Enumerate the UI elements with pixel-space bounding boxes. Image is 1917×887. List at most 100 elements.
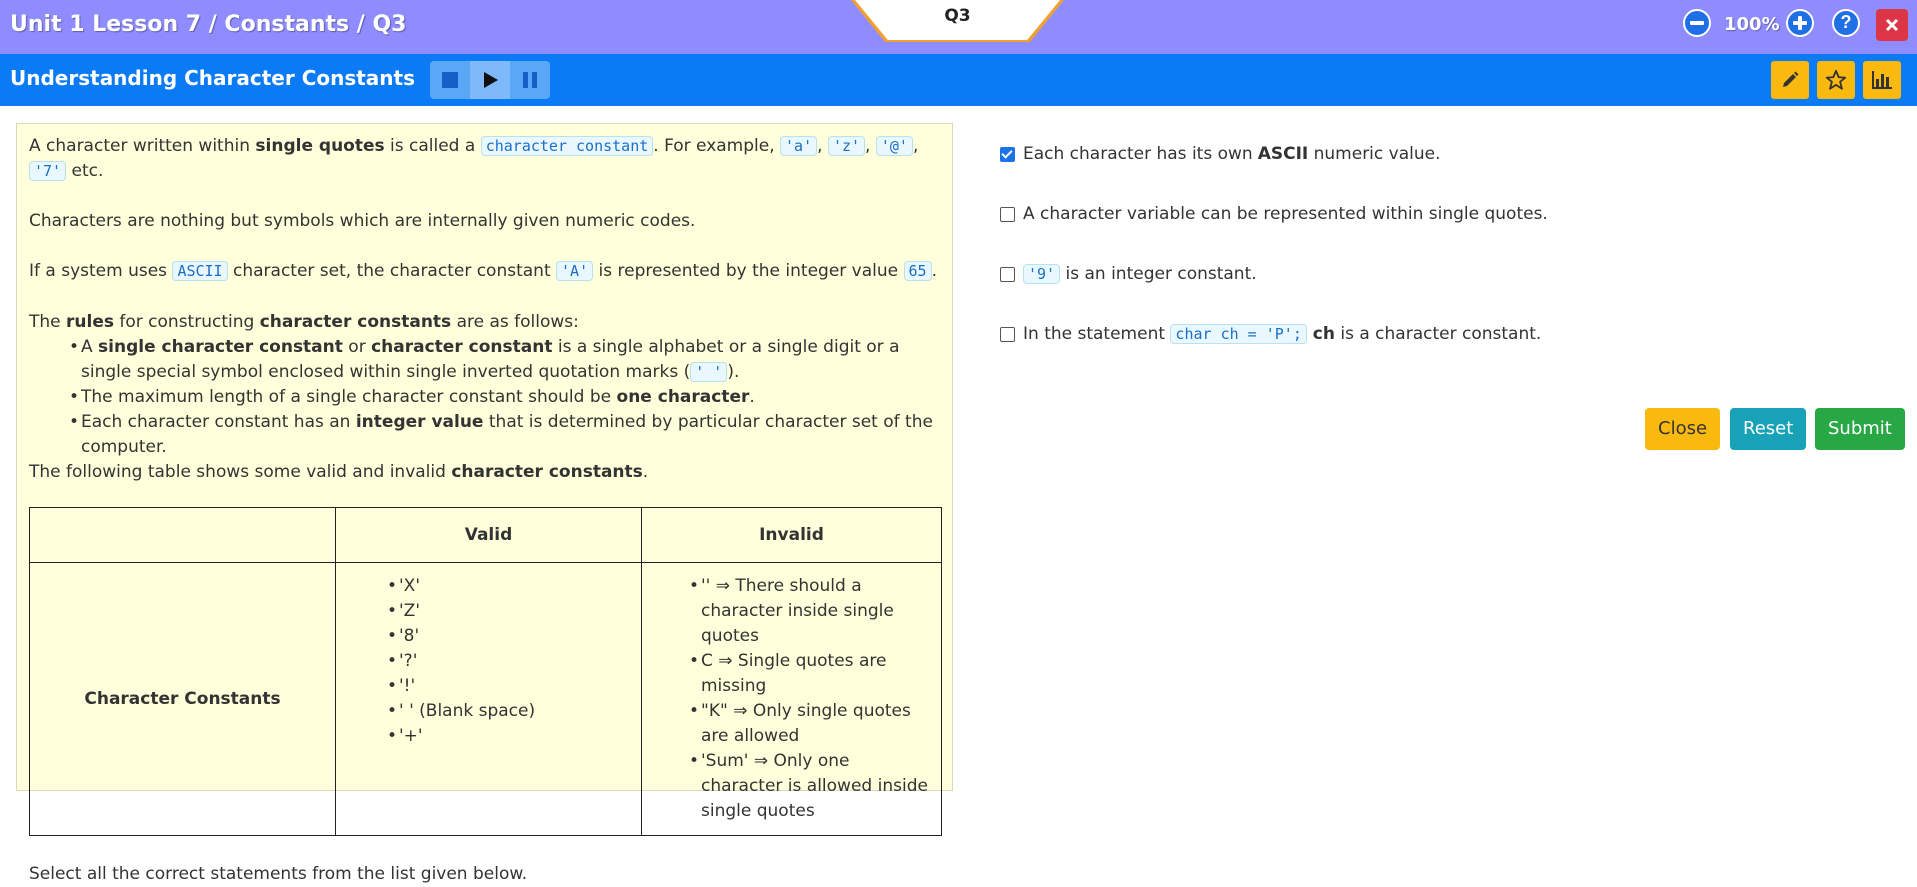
bold-text: character constants bbox=[451, 462, 643, 482]
inline-code: ASCII bbox=[172, 261, 228, 281]
inline-code: 'A' bbox=[556, 261, 594, 281]
inline-code: 65 bbox=[903, 261, 932, 281]
table-intro: The following table shows some valid and… bbox=[29, 460, 940, 485]
text: A character written within bbox=[29, 136, 256, 156]
list-item: ' ' (Blank space) bbox=[387, 699, 640, 724]
text: , bbox=[912, 136, 919, 156]
close-window-button[interactable] bbox=[1876, 9, 1908, 41]
inline-code: '7' bbox=[29, 161, 67, 181]
submit-button[interactable]: Submit bbox=[1815, 408, 1905, 450]
checkbox-checked[interactable] bbox=[1000, 146, 1015, 162]
minus-circle-icon bbox=[1690, 21, 1704, 25]
rule-item: The maximum length of a single character… bbox=[69, 385, 940, 410]
option-4[interactable]: In the statement char ch = 'P'; ch is a … bbox=[1000, 324, 1541, 344]
stats-button[interactable] bbox=[1863, 61, 1901, 99]
text: If a system uses bbox=[29, 261, 173, 281]
inline-code: char ch = 'P'; bbox=[1170, 324, 1307, 344]
star-button[interactable] bbox=[1817, 61, 1855, 99]
list-item: '' ⇒ There should a character inside sin… bbox=[689, 574, 932, 649]
option-2[interactable]: A character variable can be represented … bbox=[1000, 204, 1548, 224]
bold-text: character constants bbox=[259, 312, 452, 332]
option-3[interactable]: '9' is an integer constant. bbox=[1000, 264, 1257, 284]
zoom-in-button[interactable] bbox=[1786, 9, 1814, 37]
rule-item: Each character constant has an integer v… bbox=[69, 410, 940, 460]
text: etc. bbox=[66, 161, 104, 181]
lesson-panel: A character written within single quotes… bbox=[16, 123, 953, 884]
row-label: Character Constants bbox=[29, 562, 336, 836]
invalid-cell: '' ⇒ There should a character inside sin… bbox=[641, 562, 942, 836]
table-row: Character Constants 'X' 'Z' '8' '?' '!' … bbox=[29, 562, 942, 836]
media-controls bbox=[430, 61, 550, 99]
invalid-list: '' ⇒ There should a character inside sin… bbox=[643, 574, 940, 824]
bold-text: one character bbox=[616, 387, 750, 407]
rule-item: A single character constant or character… bbox=[69, 335, 940, 385]
breadcrumb: Unit 1 Lesson 7 / Constants / Q3 bbox=[10, 12, 407, 37]
question-icon: ? bbox=[1840, 12, 1852, 32]
instruction-text: Select all the correct statements from t… bbox=[29, 864, 528, 884]
checkbox[interactable] bbox=[1000, 326, 1015, 342]
bold-text: ASCII bbox=[1257, 144, 1309, 164]
zoom-out-button[interactable] bbox=[1683, 9, 1711, 37]
list-item: "K" ⇒ Only single quotes are allowed bbox=[689, 699, 932, 749]
text: The following table shows some valid and… bbox=[29, 462, 452, 482]
list-item: '8' bbox=[387, 624, 640, 649]
table-header-row: Valid Invalid bbox=[29, 507, 942, 563]
text: ). bbox=[727, 362, 740, 382]
text: or bbox=[342, 337, 372, 357]
text: is represented by the integer value bbox=[593, 261, 904, 281]
rules-intro: The rules for constructing character con… bbox=[29, 310, 940, 335]
text: The bbox=[29, 312, 67, 332]
close-button[interactable]: Close bbox=[1645, 408, 1721, 450]
help-button[interactable]: ? bbox=[1832, 9, 1860, 37]
inline-code: '9' bbox=[1023, 264, 1061, 284]
text: . bbox=[931, 261, 937, 281]
bold-text: ch bbox=[1306, 324, 1335, 344]
bold-text: single character constant bbox=[98, 337, 343, 357]
pause-icon bbox=[523, 72, 537, 88]
text: , bbox=[817, 136, 828, 156]
list-item: '?' bbox=[387, 649, 640, 674]
text: , bbox=[865, 136, 876, 156]
list-item: 'X' bbox=[387, 574, 640, 599]
text: A bbox=[81, 337, 99, 357]
stop-button[interactable] bbox=[430, 61, 470, 99]
checkbox[interactable] bbox=[1000, 206, 1015, 222]
inline-code: 'a' bbox=[780, 136, 818, 156]
table-header bbox=[29, 507, 336, 563]
pencil-button[interactable] bbox=[1771, 61, 1809, 99]
bold-text: single quotes bbox=[255, 136, 385, 156]
pencil-icon bbox=[1783, 71, 1799, 87]
text: . bbox=[749, 387, 755, 407]
text: Each character constant has an bbox=[81, 412, 356, 432]
valid-cell: 'X' 'Z' '8' '?' '!' ' ' (Blank space) '+… bbox=[335, 562, 642, 836]
checkbox[interactable] bbox=[1000, 266, 1015, 282]
option-1[interactable]: Each character has its own ASCII numeric… bbox=[1000, 144, 1441, 164]
inline-code: ' ' bbox=[690, 362, 728, 382]
text: character set, the character constant bbox=[227, 261, 557, 281]
inline-code: 'z' bbox=[827, 136, 866, 156]
ascii-paragraph: If a system uses ASCII character set, th… bbox=[29, 259, 940, 284]
plus-circle-icon bbox=[1793, 16, 1807, 30]
list-item: 'Z' bbox=[387, 599, 640, 624]
play-icon bbox=[484, 72, 498, 88]
text: is an integer constant. bbox=[1060, 264, 1257, 284]
intro-paragraph: A character written within single quotes… bbox=[29, 134, 929, 184]
character-constants-table: Valid Invalid Character Constants 'X' 'Z… bbox=[29, 507, 942, 836]
stop-icon bbox=[442, 72, 458, 88]
star-icon bbox=[1825, 69, 1847, 90]
zoom-level: 100% bbox=[1724, 14, 1780, 35]
inline-code: character constant bbox=[480, 136, 654, 156]
question-tab-label: Q3 bbox=[944, 6, 971, 26]
pause-button[interactable] bbox=[510, 61, 550, 99]
text: for constructing bbox=[114, 312, 260, 332]
page-title: Understanding Character Constants bbox=[10, 66, 416, 90]
table-header: Valid bbox=[335, 507, 642, 563]
text: numeric value. bbox=[1308, 144, 1441, 164]
text: are as follows: bbox=[451, 312, 579, 332]
text: . For example, bbox=[653, 136, 781, 156]
text: is a character constant. bbox=[1334, 324, 1542, 344]
reset-button[interactable]: Reset bbox=[1730, 408, 1807, 450]
title-bar: Understanding Character Constants bbox=[0, 54, 1917, 106]
list-item: '+' bbox=[387, 724, 640, 749]
play-button[interactable] bbox=[470, 61, 510, 99]
